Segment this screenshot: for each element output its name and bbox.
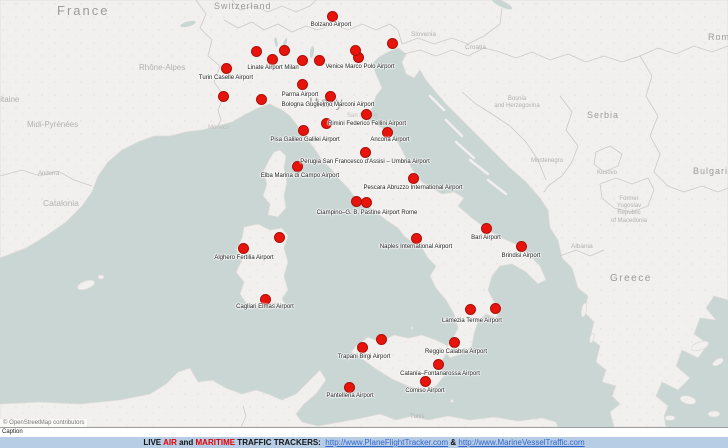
airport-marker-ancona-airport[interactable] xyxy=(382,127,393,138)
tracker-link[interactable]: http://www.MarineVesselTraffic.com xyxy=(458,438,584,447)
caption-text-segment: & xyxy=(448,438,458,447)
caption-text-segment: and xyxy=(177,438,196,447)
airport-marker[interactable] xyxy=(490,303,501,314)
airport-marker[interactable] xyxy=(350,45,361,56)
airport-label: Cagliari Elmas Airport xyxy=(236,304,294,310)
map-attribution: © OpenStreetMap contributors xyxy=(0,419,87,427)
airport-marker-bolzano-airport[interactable] xyxy=(327,11,338,22)
airport-marker-rimini-federico-fellini-airport[interactable] xyxy=(361,109,372,120)
airport-marker[interactable] xyxy=(314,55,325,66)
airport-label: Bolzano Airport xyxy=(311,22,352,28)
caption-text-segment: TRAFFIC TRACKERS: xyxy=(235,438,325,447)
airport-marker[interactable] xyxy=(256,94,267,105)
airport-marker[interactable] xyxy=(387,38,398,49)
caption-bar: LIVE AIR and MARITIME TRAFFIC TRACKERS: … xyxy=(0,437,728,448)
airport-marker[interactable] xyxy=(297,55,308,66)
airport-marker-bologna-guglielmo-marconi-airport[interactable] xyxy=(325,91,336,102)
airport-label: Perugia San Francesco d'Assisi – Umbria … xyxy=(300,159,430,165)
airport-marker-trapani-birgi-airport[interactable] xyxy=(357,342,368,353)
airport-label: Parma Airport xyxy=(282,92,319,98)
airport-marker-catania-fontanarossa-airport[interactable] xyxy=(433,359,444,370)
airport-label: Pisa Galileo Galilei Airport xyxy=(270,137,339,143)
airport-label: Turin Caselle Airport xyxy=(199,75,253,81)
caption-bar-text: LIVE AIR and MARITIME TRAFFIC TRACKERS: … xyxy=(143,438,584,447)
caption-label: Caption xyxy=(0,428,728,437)
airport-label: Ancona Airport xyxy=(370,137,409,143)
airport-marker-lamezia-terme-airport[interactable] xyxy=(465,304,476,315)
airport-marker-bari-airport[interactable] xyxy=(481,223,492,234)
airport-marker-alghero-fertilia-airport[interactable] xyxy=(238,243,249,254)
airport-label: Rimini Federico Fellini Airport xyxy=(328,121,406,127)
airport-label: Catania–Fontanarossa Airport xyxy=(400,371,480,377)
airport-label: Alghero Fertilia Airport xyxy=(214,255,273,261)
airport-label: Elba Marina di Campo Airport xyxy=(261,173,339,179)
airport-marker-ciampino-g-b-pastine-airport-rome[interactable] xyxy=(361,197,372,208)
airport-marker[interactable] xyxy=(376,334,387,345)
airport-label: Trapani Birgi Airport xyxy=(338,354,391,360)
airport-marker-turin-caselle-airport[interactable] xyxy=(221,63,232,74)
airport-marker-pescara-abruzzo-international-airport[interactable] xyxy=(408,173,419,184)
airport-marker-reggio-calabria-airport[interactable] xyxy=(449,337,460,348)
caption-text-segment: AIR xyxy=(163,438,177,447)
airport-marker-comiso-airport[interactable] xyxy=(420,376,431,387)
airport-label: Pescara Abruzzo International Airport xyxy=(363,185,462,191)
airport-marker-brindisi-airport[interactable] xyxy=(516,241,527,252)
page: { "map": { "attribution": "© OpenStreetM… xyxy=(0,0,728,448)
airport-label: Lamezia Terme Airport xyxy=(442,318,502,324)
map-canvas[interactable]: FranceSwitzerlandItalySerbiaGreeceBulgar… xyxy=(0,0,728,427)
airport-label: Venice Marco Polo Airport xyxy=(325,64,394,70)
airport-marker[interactable] xyxy=(351,196,362,207)
caption-strip: Caption xyxy=(0,427,728,437)
airport-label: Comiso Airport xyxy=(405,388,444,394)
airport-marker-parma-airport[interactable] xyxy=(297,79,308,90)
airport-marker-pantelleria-airport[interactable] xyxy=(344,382,355,393)
airport-label: Linate Airport Milan xyxy=(247,65,298,71)
airport-label: Brindisi Airport xyxy=(502,253,541,259)
airport-marker-linate-airport-milan[interactable] xyxy=(267,54,278,65)
airport-label: Naples International Airport xyxy=(380,244,452,250)
airport-marker[interactable] xyxy=(218,91,229,102)
airport-marker-perugia-san-francesco-d-assisi-umbria-airport[interactable] xyxy=(360,147,371,158)
airport-marker-naples-international-airport[interactable] xyxy=(411,233,422,244)
airport-marker[interactable] xyxy=(251,46,262,57)
airport-marker-pisa-galileo-galilei-airport[interactable] xyxy=(298,125,309,136)
airport-marker[interactable] xyxy=(279,45,290,56)
airport-label: Reggio Calabria Airport xyxy=(425,349,487,355)
tracker-link[interactable]: http://www.PlaneFlightTracker.com xyxy=(325,438,448,447)
caption-text-segment: MARITIME xyxy=(196,438,236,447)
caption-text-segment: LIVE xyxy=(143,438,163,447)
airport-label: Bari Airport xyxy=(471,235,501,241)
airport-label: Ciampino–G. B. Pastine Airport Rome xyxy=(317,210,418,216)
airport-label: Pantelleria Airport xyxy=(326,393,373,399)
marker-layer: Bolzano Airport Turin Caselle Airport Lina… xyxy=(0,0,728,427)
airport-marker[interactable] xyxy=(274,232,285,243)
airport-label: Bologna Guglielmo Marconi Airport xyxy=(282,102,375,108)
